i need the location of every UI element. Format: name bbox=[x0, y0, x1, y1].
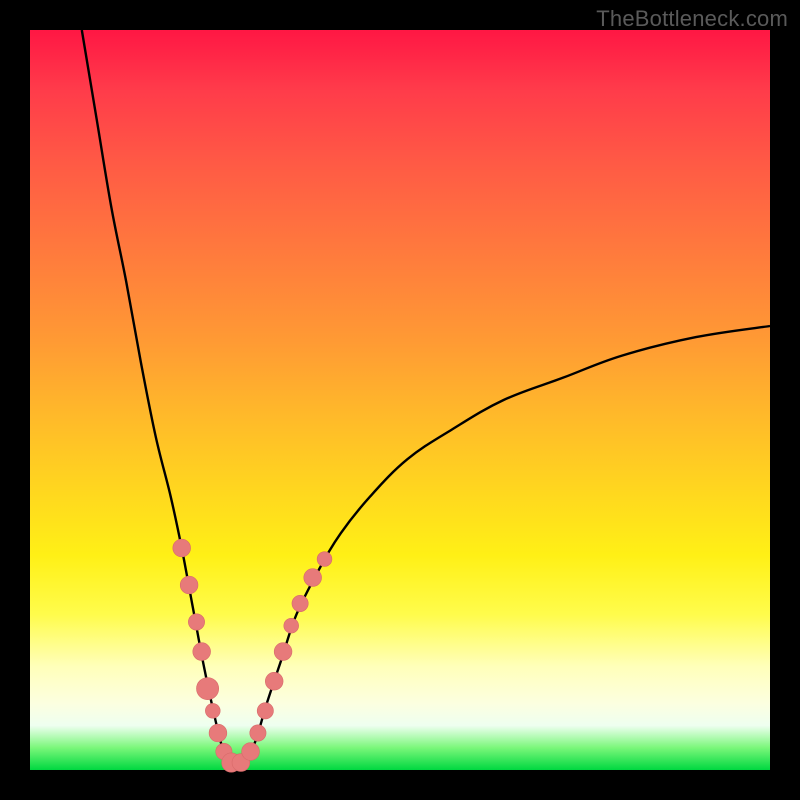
chart-frame: TheBottleneck.com bbox=[0, 0, 800, 800]
data-point bbox=[284, 618, 299, 633]
data-point bbox=[209, 724, 227, 742]
bottleneck-curve-right bbox=[245, 326, 770, 766]
data-point bbox=[265, 672, 283, 690]
data-point bbox=[292, 595, 308, 611]
plot-area bbox=[30, 30, 770, 770]
data-point bbox=[250, 725, 266, 741]
plot-svg bbox=[30, 30, 770, 770]
data-point bbox=[274, 643, 292, 661]
data-point bbox=[197, 678, 219, 700]
data-point bbox=[304, 569, 322, 587]
data-point bbox=[193, 643, 211, 661]
data-point bbox=[242, 743, 260, 761]
data-point bbox=[180, 576, 198, 594]
watermark-text: TheBottleneck.com bbox=[596, 6, 788, 32]
data-point bbox=[173, 539, 191, 557]
data-points-group bbox=[173, 539, 332, 772]
data-point bbox=[205, 703, 220, 718]
data-point bbox=[257, 703, 273, 719]
data-point bbox=[317, 552, 332, 567]
data-point bbox=[188, 614, 204, 630]
